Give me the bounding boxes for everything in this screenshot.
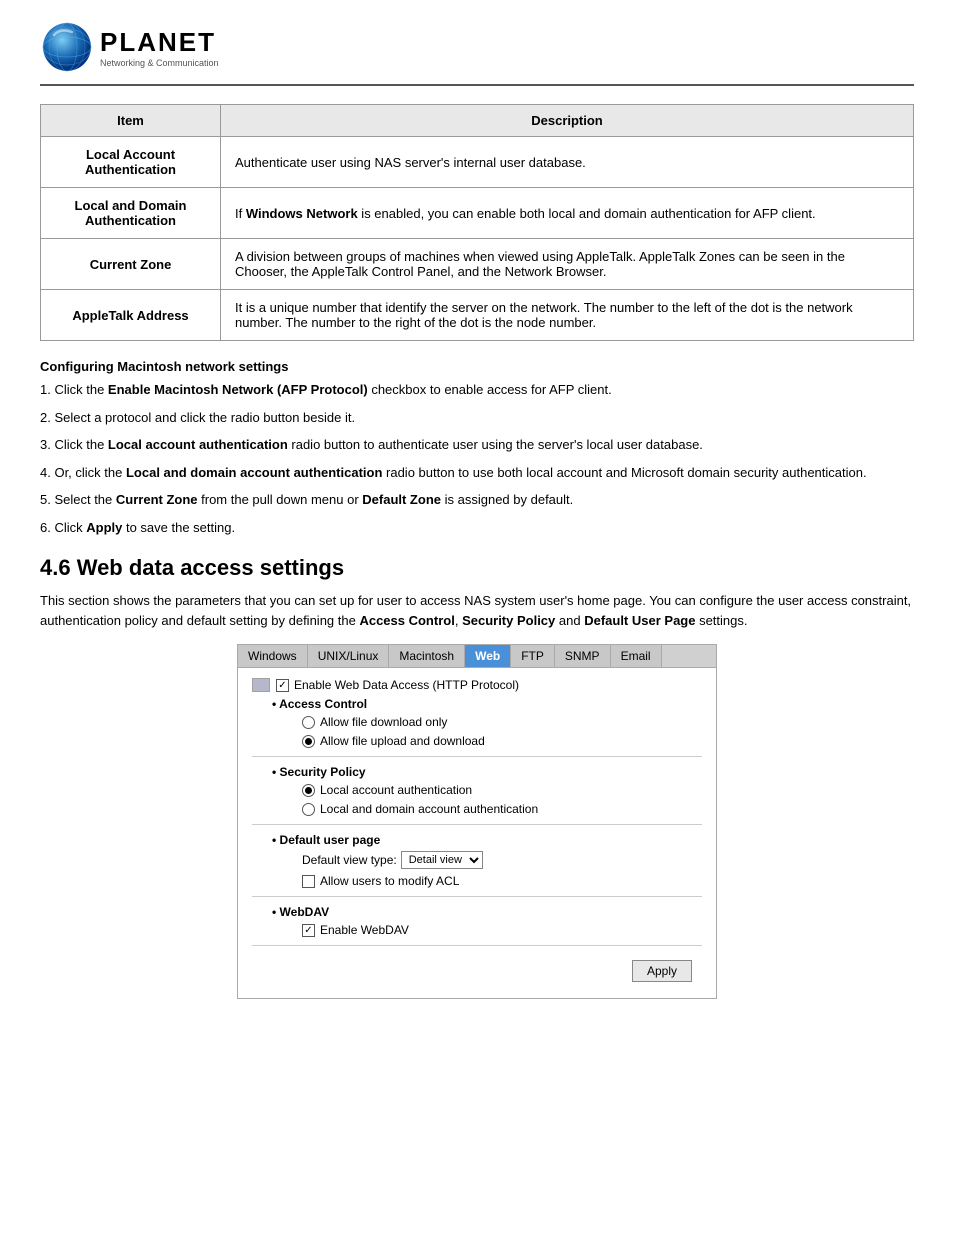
web-section-title: 4.6 Web data access settings [40,555,914,581]
apply-button[interactable]: Apply [632,960,692,982]
panel-content: ✓ Enable Web Data Access (HTTP Protocol)… [238,668,716,998]
globe-icon [40,20,94,74]
brand-tagline: Networking & Communication [100,58,219,68]
row-item: Local AccountAuthentication [41,137,221,188]
step-6: 6. Click Apply to save the setting. [40,518,914,538]
tab-email[interactable]: Email [611,645,662,667]
radio-local-auth[interactable]: Local account authentication [302,783,702,797]
modify-acl-checkbox[interactable] [302,875,315,888]
step-5: 5. Select the Current Zone from the pull… [40,490,914,510]
step-4: 4. Or, click the Local and domain accoun… [40,463,914,483]
info-table: Item Description Local AccountAuthentica… [40,104,914,341]
enable-web-checkbox[interactable]: ✓ [276,679,289,692]
divider-1 [252,756,702,757]
web-section-intro: This section shows the parameters that y… [40,591,914,630]
tab-snmp[interactable]: SNMP [555,645,611,667]
radio-upload-download-label: Allow file upload and download [320,734,485,748]
radio-domain-auth[interactable]: Local and domain account authentication [302,802,702,816]
col-desc: Description [221,105,914,137]
row-desc: Authenticate user using NAS server's int… [221,137,914,188]
table-row: Local and DomainAuthentication If Window… [41,188,914,239]
step-3: 3. Click the Local account authenticatio… [40,435,914,455]
row-item: Local and DomainAuthentication [41,188,221,239]
panel-icon [252,678,270,692]
security-policy-label: • Security Policy [272,765,702,779]
step-1: 1. Click the Enable Macintosh Network (A… [40,380,914,400]
default-view-type-row: Default view type: Detail view List view [302,851,702,869]
radio-upload-download-circle[interactable] [302,735,315,748]
divider-4 [252,945,702,946]
logo-text: PLANET Networking & Communication [100,27,219,68]
row-item: Current Zone [41,239,221,290]
enable-webdav-checkbox[interactable]: ✓ [302,924,315,937]
modify-acl-row[interactable]: Allow users to modify ACL [302,874,702,888]
radio-local-auth-circle[interactable] [302,784,315,797]
tab-windows[interactable]: Windows [238,645,308,667]
config-section: Configuring Macintosh network settings 1… [40,359,914,537]
logo: PLANET Networking & Communication [40,20,219,74]
radio-upload-download[interactable]: Allow file upload and download [302,734,702,748]
radio-download-only-circle[interactable] [302,716,315,729]
table-row: Current Zone A division between groups o… [41,239,914,290]
tab-web[interactable]: Web [465,645,511,667]
radio-domain-auth-circle[interactable] [302,803,315,816]
radio-download-only[interactable]: Allow file download only [302,715,702,729]
web-ui-panel: Windows UNIX/Linux Macintosh Web FTP SNM… [237,644,717,999]
enable-webdav-row[interactable]: ✓ Enable WebDAV [302,923,702,937]
brand-name: PLANET [100,27,219,58]
enable-webdav-label: Enable WebDAV [320,923,409,937]
step-2: 2. Select a protocol and click the radio… [40,408,914,428]
row-item: AppleTalk Address [41,290,221,341]
page-header: PLANET Networking & Communication [40,20,914,86]
table-row: AppleTalk Address It is a unique number … [41,290,914,341]
divider-2 [252,824,702,825]
config-heading: Configuring Macintosh network settings [40,359,914,374]
row-desc: If Windows Network is enabled, you can e… [221,188,914,239]
default-user-page-label: • Default user page [272,833,702,847]
tab-macintosh[interactable]: Macintosh [389,645,465,667]
radio-domain-auth-label: Local and domain account authentication [320,802,538,816]
enable-web-row: ✓ Enable Web Data Access (HTTP Protocol) [252,678,702,692]
apply-btn-row: Apply [252,954,702,988]
tab-bar: Windows UNIX/Linux Macintosh Web FTP SNM… [238,645,716,668]
access-control-label: • Access Control [272,697,702,711]
tab-unix[interactable]: UNIX/Linux [308,645,390,667]
row-desc: It is a unique number that identify the … [221,290,914,341]
radio-download-only-label: Allow file download only [320,715,447,729]
webdav-label: • WebDAV [272,905,702,919]
table-row: Local AccountAuthentication Authenticate… [41,137,914,188]
divider-3 [252,896,702,897]
row-desc: A division between groups of machines wh… [221,239,914,290]
modify-acl-label: Allow users to modify ACL [320,874,459,888]
col-item: Item [41,105,221,137]
default-view-type-select[interactable]: Detail view List view [401,851,483,869]
radio-local-auth-label: Local account authentication [320,783,472,797]
enable-web-label: Enable Web Data Access (HTTP Protocol) [294,678,519,692]
tab-ftp[interactable]: FTP [511,645,555,667]
default-view-type-label: Default view type: [302,853,397,867]
